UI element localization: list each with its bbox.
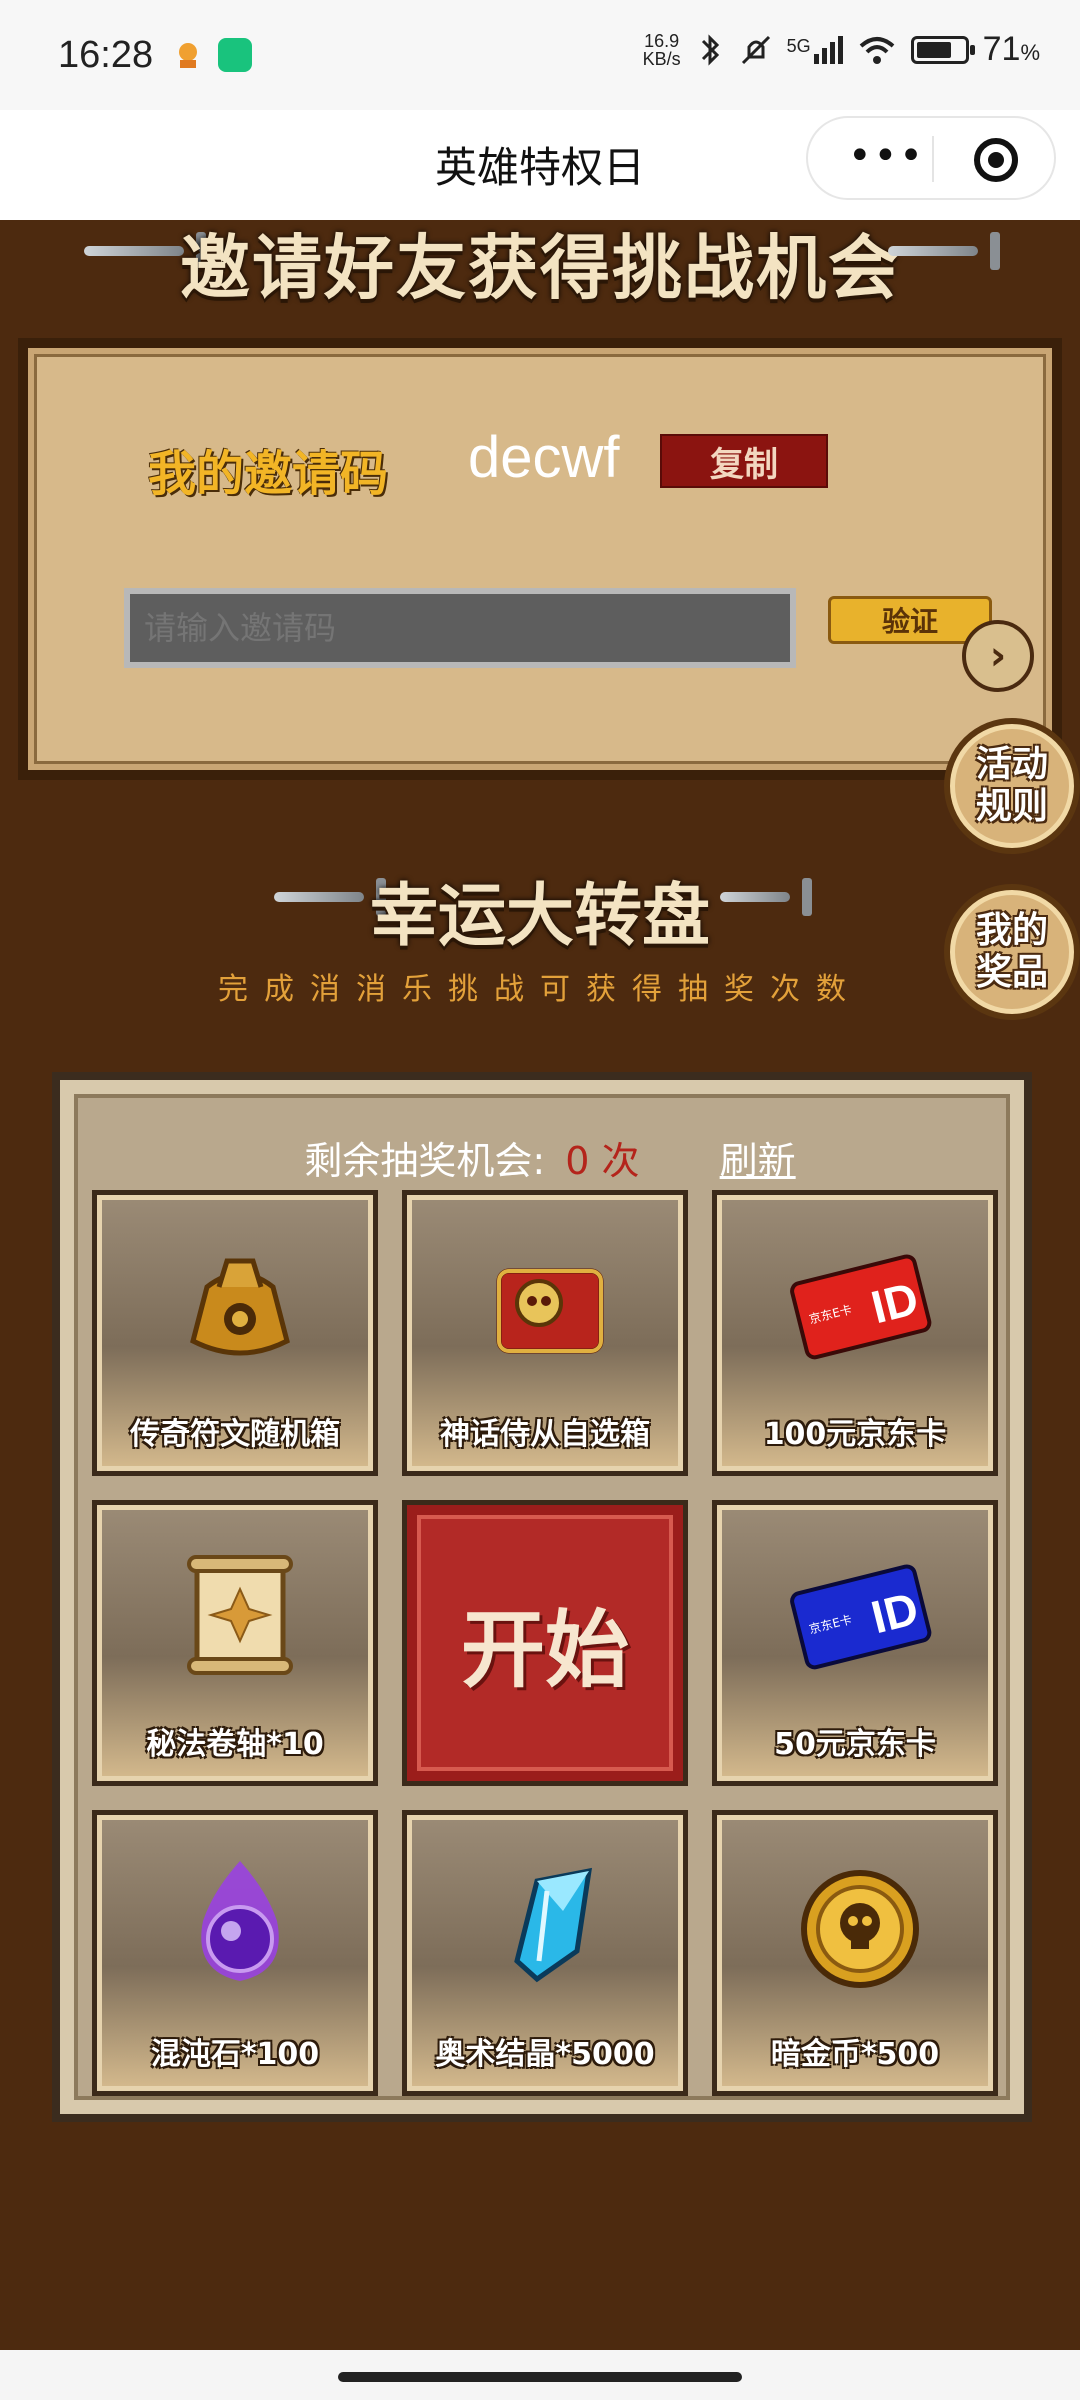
prize-label: 秘法卷轴*10 bbox=[146, 1727, 324, 1762]
skull-coin-icon bbox=[801, 1870, 919, 1988]
mini-program-capsule: ••• bbox=[806, 116, 1056, 200]
prize-cell: ID 京东E卡 50元京东卡 bbox=[712, 1500, 998, 1786]
page-content: 邀请好友获得挑战机会 我的邀请码 decwf 复制 验证 › 活动规则 我的奖品… bbox=[0, 220, 1080, 2400]
wifi-icon bbox=[859, 36, 894, 64]
prize-cell: 混沌石*100 bbox=[92, 1810, 378, 2096]
chevron-right-icon[interactable]: › bbox=[962, 620, 1034, 692]
nav-bar: 英雄特权日 ••• bbox=[0, 110, 1080, 220]
prize-cell: 暗金币*500 bbox=[712, 1810, 998, 2096]
more-dots-icon[interactable]: ••• bbox=[848, 136, 925, 176]
prize-label: 神话侍从自选箱 bbox=[440, 1417, 650, 1452]
activity-rules-button[interactable]: 活动规则 bbox=[944, 718, 1080, 854]
status-right: 16.9 KB/s 5G 71% bbox=[643, 30, 1040, 69]
prize-cell: 传奇符文随机箱 bbox=[92, 1190, 378, 1476]
refresh-link[interactable]: 刷新 bbox=[720, 1139, 796, 1183]
prize-label: 传奇符文随机箱 bbox=[130, 1417, 340, 1452]
mute-icon bbox=[741, 35, 770, 64]
prize-cell: ID 京东E卡 100元京东卡 bbox=[712, 1190, 998, 1476]
prize-cell: 奥术结晶*5000 bbox=[402, 1810, 688, 2096]
invite-code-value: decwf bbox=[468, 425, 620, 490]
invite-code-label: 我的邀请码 bbox=[148, 446, 389, 502]
prize-cell: 神话侍从自选箱 bbox=[402, 1190, 688, 1476]
scroll-icon bbox=[187, 1555, 293, 1675]
home-indicator[interactable] bbox=[338, 2372, 742, 2382]
lottery-board: 剩余抽奖机会: 0 次 刷新 传奇符文随机箱 神话侍从自选箱 ID 京东E卡 1… bbox=[52, 1072, 1032, 2122]
wheel-subtitle: 完成消消乐挑战可获得抽奖次数 bbox=[218, 972, 862, 1007]
battery-icon bbox=[910, 35, 975, 64]
blue-gift-card-icon: ID 京东E卡 bbox=[790, 1564, 932, 1670]
signal-5g: 5G bbox=[787, 35, 843, 64]
prize-cell: 秘法卷轴*10 bbox=[92, 1500, 378, 1786]
invite-panel: 我的邀请码 decwf 复制 验证 bbox=[18, 338, 1062, 780]
prize-label: 混沌石*100 bbox=[150, 2037, 320, 2072]
sword-right-icon bbox=[888, 232, 1000, 270]
capsule-divider bbox=[932, 136, 934, 182]
status-time: 16:28 bbox=[58, 34, 154, 76]
start-button[interactable]: 开始 bbox=[402, 1500, 688, 1786]
crystal-icon bbox=[514, 1867, 592, 1983]
status-bar: 16:28 16.9 KB/s 5G 71% bbox=[0, 0, 1080, 110]
wheel-section-title: 幸运大转盘 bbox=[369, 877, 710, 956]
prize-grid: 传奇符文随机箱 神话侍从自选箱 ID 京东E卡 100元京东卡 秘法卷轴*10 … bbox=[92, 1190, 998, 2096]
target-icon[interactable] bbox=[974, 138, 1018, 182]
prize-label: 暗金币*500 bbox=[770, 2037, 940, 2072]
purple-orb-icon bbox=[201, 1861, 279, 1981]
network-speed: 16.9 KB/s bbox=[642, 30, 681, 69]
red-gift-card-icon: ID 京东E卡 bbox=[790, 1254, 932, 1360]
prize-label: 50元京东卡 bbox=[774, 1727, 936, 1762]
chances-count: 0 次 bbox=[565, 1139, 640, 1183]
battery-percent: 71% bbox=[982, 30, 1040, 68]
activity-rules-label: 活动规则 bbox=[975, 744, 1048, 827]
prize-label: 100元京东卡 bbox=[763, 1417, 947, 1452]
app-notification-icon bbox=[179, 43, 197, 68]
invite-code-input[interactable] bbox=[124, 588, 796, 668]
treasure-bag-icon bbox=[190, 1258, 290, 1356]
start-label: 开始 bbox=[460, 1600, 629, 1699]
message-app-icon bbox=[218, 38, 252, 72]
skull-chest-icon bbox=[496, 1268, 604, 1354]
bluetooth-icon bbox=[701, 33, 719, 66]
prize-label: 奥术结晶*5000 bbox=[435, 2037, 655, 2072]
copy-button[interactable]: 复制 bbox=[660, 434, 828, 488]
remaining-chances: 剩余抽奖机会: 0 次 刷新 bbox=[304, 1139, 796, 1183]
sword-right-icon bbox=[720, 878, 812, 916]
invite-section-title: 邀请好友获得挑战机会 bbox=[180, 227, 900, 309]
